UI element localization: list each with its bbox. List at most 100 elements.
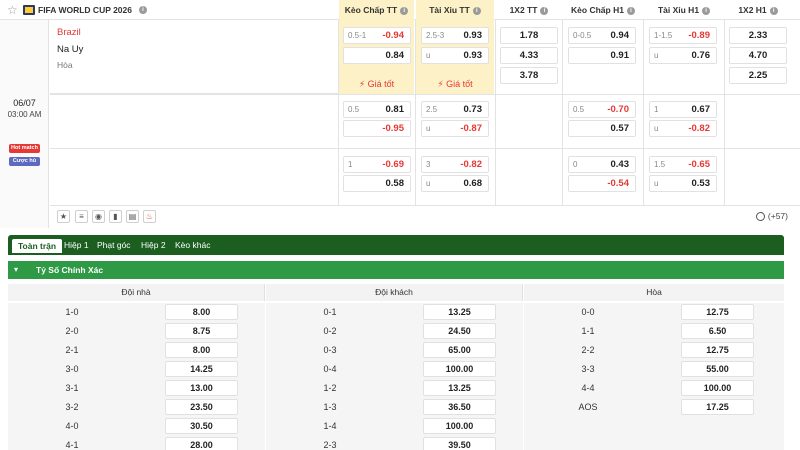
score-odds-button[interactable]: 100.00 (681, 380, 754, 396)
score-odds-button[interactable]: 100.00 (423, 418, 496, 434)
info-icon[interactable]: i (702, 6, 711, 15)
stack-icon[interactable]: ≡ (75, 210, 88, 223)
score-odds-button[interactable]: 12.75 (681, 342, 754, 358)
info-icon[interactable]: i (472, 6, 481, 15)
eye-icon[interactable]: ◉ (92, 210, 105, 223)
market-title: Tỷ Số Chính Xác (36, 265, 104, 275)
score-odds-button[interactable]: 13.00 (165, 380, 238, 396)
correct-score-market-header[interactable]: ▾ Tỷ Số Chính Xác (8, 261, 784, 279)
odds-button[interactable]: 2.25 (729, 67, 787, 84)
score-label: 1-0 (8, 303, 136, 321)
best-price-tip[interactable]: ⚡ Giá tốt (339, 77, 414, 91)
odds-value: 0.57 (610, 123, 630, 134)
odds-button[interactable]: 0.5 0.81 (343, 101, 411, 118)
info-icon[interactable]: i (769, 6, 778, 15)
tab-half-1[interactable]: Hiệp 1 (64, 239, 89, 253)
score-odds-button[interactable]: 28.00 (165, 437, 238, 450)
favorite-star-icon[interactable]: ☆ (7, 3, 19, 17)
away-team[interactable]: Na Uy (57, 44, 83, 55)
score-odds-button[interactable]: 12.75 (681, 304, 754, 320)
markets-panel: Toàn trận Hiệp 1 Phạt góc Hiệp 2 Kèo khá… (8, 235, 784, 450)
score-odds-button[interactable]: 65.00 (423, 342, 496, 358)
odds-button[interactable]: 1.78 (500, 27, 558, 44)
odds-button[interactable]: 1.5 -0.65 (649, 156, 717, 173)
score-row: 0-2 24.50 (266, 322, 507, 340)
odds-button[interactable]: u -0.82 (649, 120, 717, 137)
row-divider (50, 148, 800, 149)
score-row: 4-1 28.00 (8, 436, 249, 450)
score-odds-button[interactable]: 23.50 (165, 399, 238, 415)
fire-icon[interactable]: ♨ (143, 210, 156, 223)
score-row: 3-0 14.25 (8, 360, 249, 378)
odds-value: 0.73 (463, 104, 483, 115)
odds-button[interactable]: 4.70 (729, 47, 787, 64)
odds-button[interactable]: 2.5 0.73 (421, 101, 489, 118)
odds-button[interactable]: u 0.68 (421, 175, 489, 192)
odds-button[interactable]: 0.5-1 -0.94 (343, 27, 411, 44)
info-icon[interactable]: i (400, 6, 409, 15)
odds-button[interactable]: 0 0.43 (568, 156, 636, 173)
odds-button[interactable]: u 0.53 (649, 175, 717, 192)
hot-match-badge[interactable]: Hot match (9, 144, 40, 153)
score-label: 1-4 (266, 417, 394, 435)
score-row: 4-4 100.00 (524, 379, 765, 397)
score-odds-button[interactable]: 100.00 (423, 361, 496, 377)
score-odds-button[interactable]: 30.50 (165, 418, 238, 434)
info-icon[interactable]: i (626, 6, 635, 15)
odds-button[interactable]: u 0.93 (421, 47, 489, 64)
odds-line: 0.5-1 (348, 31, 367, 40)
more-markets-button[interactable]: (+57) (755, 210, 788, 223)
col-divider (724, 20, 725, 205)
odds-button[interactable]: 2.33 (729, 27, 787, 44)
odds-button[interactable]: u 0.76 (649, 47, 717, 64)
tab-other-markets[interactable]: Kèo khác (175, 239, 210, 253)
stats-icon[interactable]: ▮ (109, 210, 122, 223)
bet-badge[interactable]: Cược hủ (9, 157, 40, 166)
score-odds-button[interactable]: 13.25 (423, 304, 496, 320)
home-team[interactable]: Brazil (57, 27, 81, 38)
odds-button[interactable]: 1 -0.69 (343, 156, 411, 173)
score-odds-button[interactable]: 24.50 (423, 323, 496, 339)
best-price-tip[interactable]: ⚡ Giá tốt (416, 77, 494, 91)
chart-icon[interactable]: ▤ (126, 210, 139, 223)
odds-button[interactable]: 0.84 (343, 47, 411, 64)
score-odds-button[interactable]: 8.75 (165, 323, 238, 339)
draw-label: Hòa (57, 60, 73, 70)
star-icon[interactable]: ★ (57, 210, 70, 223)
score-odds-button[interactable]: 17.25 (681, 399, 754, 415)
score-label: 0-0 (524, 303, 652, 321)
score-odds-button[interactable]: 55.00 (681, 361, 754, 377)
odds-line: u (426, 51, 431, 60)
info-icon[interactable]: i (540, 6, 549, 15)
odds-button[interactable]: 1-1.5 -0.89 (649, 27, 717, 44)
odds-button[interactable]: 3 -0.82 (421, 156, 489, 173)
score-odds-button[interactable]: 39.50 (423, 437, 496, 450)
odds-button[interactable]: 1 0.67 (649, 101, 717, 118)
score-odds-button[interactable]: 8.00 (165, 304, 238, 320)
score-odds-button[interactable]: 8.00 (165, 342, 238, 358)
score-odds-button[interactable]: 36.50 (423, 399, 496, 415)
score-odds-button[interactable]: 14.25 (165, 361, 238, 377)
tab-half-2[interactable]: Hiệp 2 (141, 239, 166, 253)
odds-button[interactable]: -0.95 (343, 120, 411, 137)
odds-button[interactable]: 4.33 (500, 47, 558, 64)
odds-button[interactable]: 0.91 (568, 47, 636, 64)
col-divider (495, 20, 496, 205)
score-odds-button[interactable]: 13.25 (423, 380, 496, 396)
odds-button[interactable]: 0.5 -0.70 (568, 101, 636, 118)
odds-button[interactable]: 0.57 (568, 120, 636, 137)
odds-line: 2.5 (426, 105, 438, 114)
odds-button[interactable]: 3.78 (500, 67, 558, 84)
odds-button[interactable]: -0.54 (568, 175, 636, 192)
odds-line: 3 (426, 160, 431, 169)
odds-button[interactable]: 2.5-3 0.93 (421, 27, 489, 44)
league-info-icon[interactable]: i (139, 6, 147, 14)
odds-button[interactable]: 0-0.5 0.94 (568, 27, 636, 44)
tab-full-match[interactable]: Toàn trận (12, 239, 63, 253)
odds-button[interactable]: 0.58 (343, 175, 411, 192)
football-icon (755, 212, 765, 222)
score-row: AOS 17.25 (524, 398, 765, 416)
odds-button[interactable]: u -0.87 (421, 120, 489, 137)
score-odds-button[interactable]: 6.50 (681, 323, 754, 339)
tab-corners[interactable]: Phạt góc (97, 239, 131, 253)
